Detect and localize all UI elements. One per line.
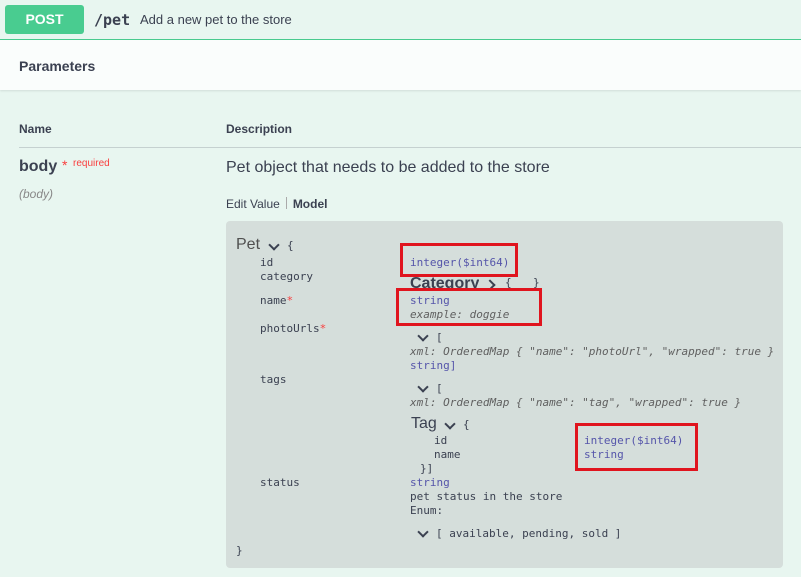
photourls-xml: xml: OrderedMap { "name": "photoUrl", "w… — [410, 345, 775, 358]
tags-open-bracket: [ — [436, 382, 443, 395]
param-description: Pet object that needs to be added to the… — [226, 159, 550, 176]
operation-path: /pet — [94, 11, 131, 29]
highlight-box — [396, 288, 542, 326]
tags-xml: xml: OrderedMap { "name": "tag", "wrappe… — [410, 396, 742, 409]
operation-summary-text: Add a new pet to the store — [140, 12, 292, 27]
prop-status: status — [260, 476, 300, 489]
header-divider — [19, 147, 801, 148]
tag-model-title[interactable]: Tag — [411, 415, 437, 433]
prop-status-type: string — [410, 476, 450, 489]
tag-open-brace: { — [463, 418, 470, 431]
parameters-title: Parameters — [19, 58, 96, 74]
prop-status-enum-label: Enum: — [410, 504, 444, 517]
photourls-item-type: string] — [410, 359, 457, 372]
prop-tags: tags — [260, 373, 287, 386]
required-star: * — [319, 322, 327, 335]
tag-close: }] — [420, 462, 434, 475]
operation-summary[interactable]: POST /pet Add a new pet to the store — [0, 0, 801, 40]
category-model-title[interactable]: Category — [410, 275, 479, 289]
prop-photourls: photoUrls* — [260, 322, 327, 335]
tab-divider — [285, 197, 287, 209]
tab-edit-value[interactable]: Edit Value — [226, 197, 280, 211]
column-name-header: Name — [19, 122, 52, 136]
prop-id: id — [260, 256, 274, 269]
param-location: (body) — [19, 187, 54, 201]
tab-model[interactable]: Model — [293, 197, 328, 211]
prop-name: name* — [260, 294, 294, 307]
highlight-box — [575, 423, 698, 471]
required-star: * — [62, 157, 68, 173]
prop-status-description: pet status in the store — [410, 490, 563, 503]
model-title-pet[interactable]: Pet — [236, 236, 260, 254]
pet-close-brace: } — [236, 544, 243, 557]
required-label: required — [73, 158, 110, 169]
highlight-box — [400, 243, 518, 277]
category-close-brace: } — [533, 276, 540, 288]
prop-status-enum-values: [ available, pending, sold ] — [436, 527, 622, 540]
category-open-brace: { — [505, 276, 512, 288]
method-badge: POST — [5, 5, 84, 34]
tag-prop-id: id — [434, 434, 448, 447]
parameters-section-header — [0, 40, 801, 90]
value-model-tabs: Edit Value Model — [226, 197, 327, 211]
param-name: body — [19, 158, 58, 175]
column-description-header: Description — [226, 122, 293, 136]
required-star: * — [286, 294, 294, 307]
pet-open-brace: { — [287, 239, 294, 252]
prop-category: category — [260, 270, 313, 283]
tag-prop-name: name — [434, 448, 461, 461]
photourls-open-bracket: [ — [436, 331, 443, 344]
